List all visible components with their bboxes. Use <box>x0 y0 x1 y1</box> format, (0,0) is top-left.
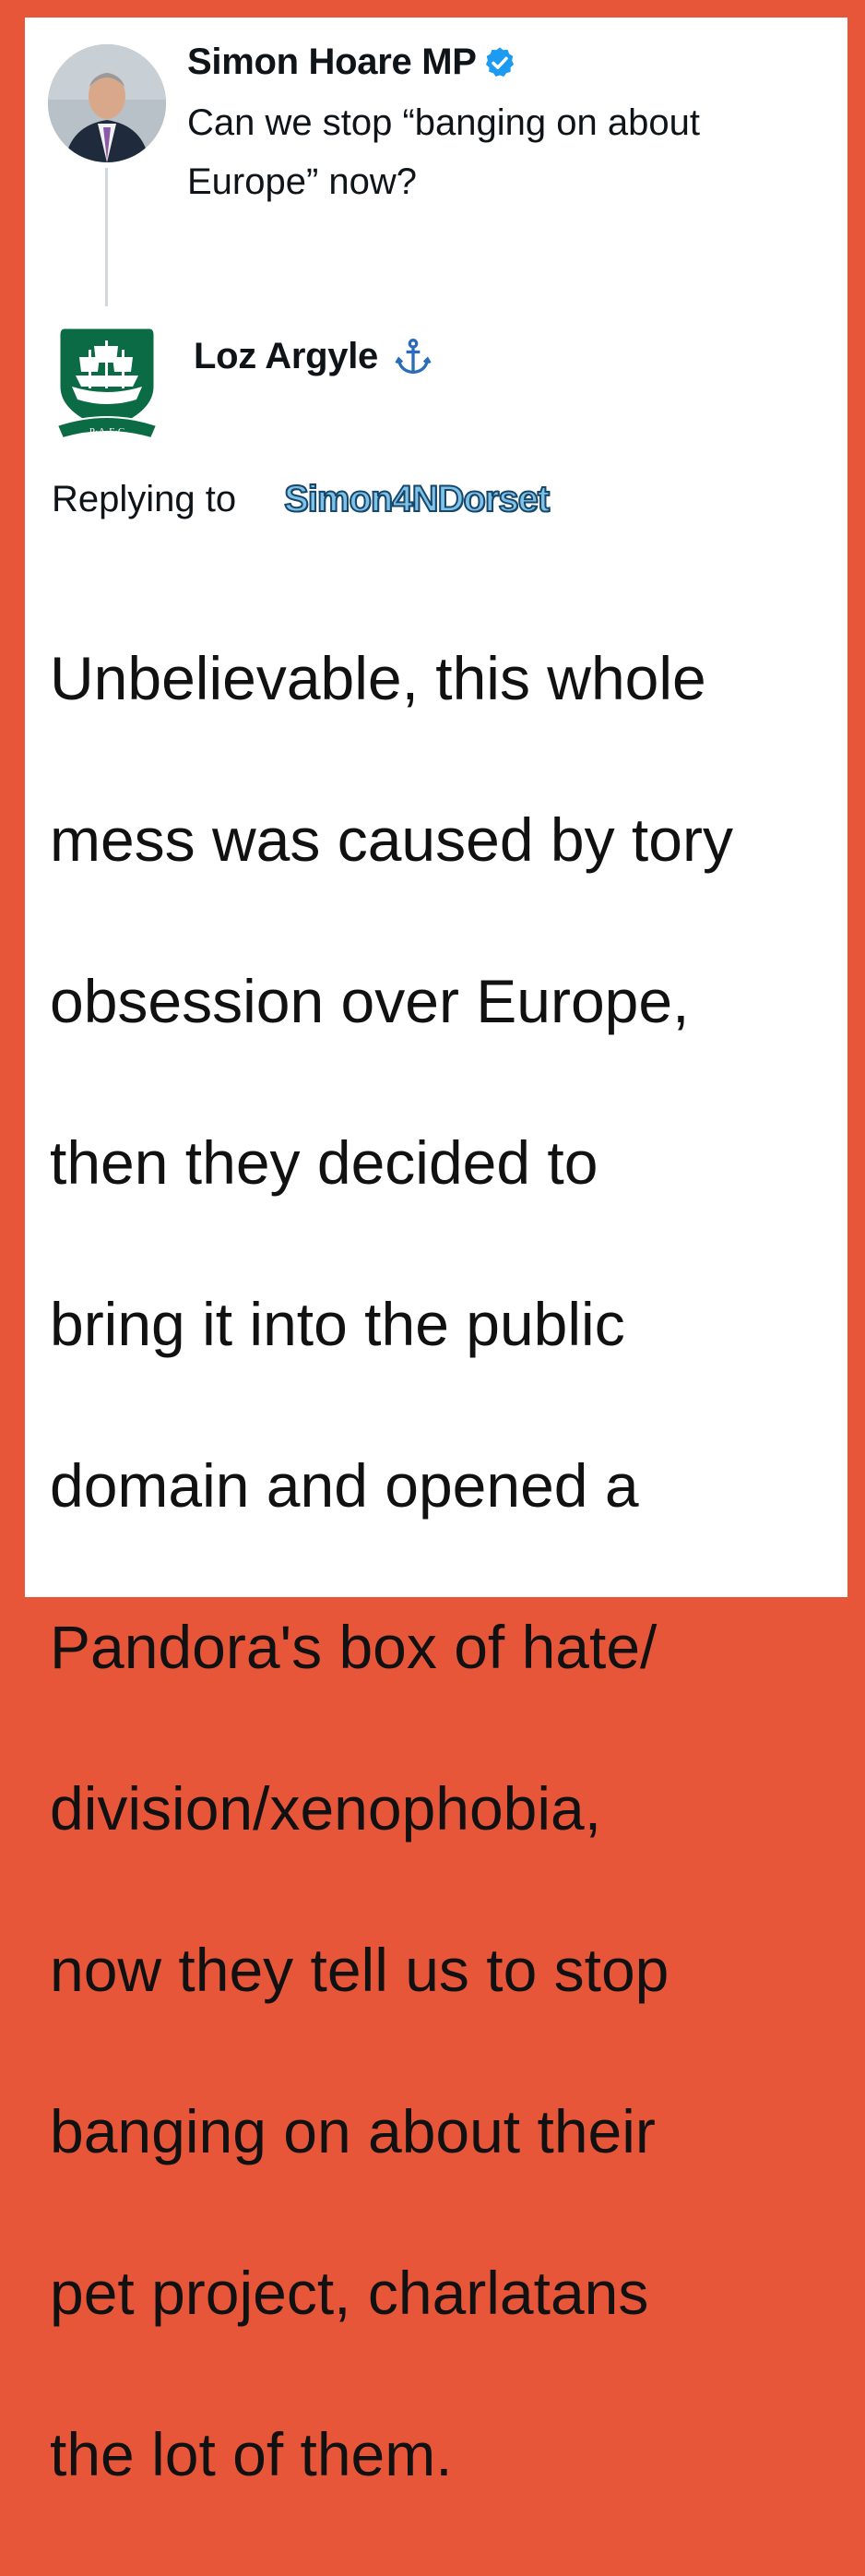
reply-text-line: Pandora's box of hate/ <box>50 1612 658 1681</box>
tweet-card: Simon Hoare MP Can we stop “banging on a… <box>25 18 847 2488</box>
original-author-name[interactable]: Simon Hoare MP <box>187 42 477 83</box>
reply-text-line: mess was caused by tory <box>50 805 733 874</box>
anchor-icon <box>393 337 433 377</box>
reply-text-line: Unbelievable, this whole <box>50 643 706 712</box>
reply-text-line: then they decided to <box>50 1127 598 1197</box>
reply-tweet-text: Unbelievable, this whole mess was caused… <box>50 557 834 2576</box>
reply-author-avatar[interactable]: P·A·F·C <box>52 322 162 447</box>
reply-author-name[interactable]: Loz Argyle <box>194 336 378 377</box>
reply-text-line: banging on about their <box>50 2096 656 2165</box>
reply-text-line: bring it into the public <box>50 1289 625 1358</box>
reply-author-header: Loz Argyle <box>194 336 433 377</box>
reply-text-line: the lot of them. <box>50 2419 453 2488</box>
original-tweet-text: Can we stop “banging on about Europe” no… <box>187 102 700 202</box>
reply-text-line: obsession over Europe, <box>50 966 690 1035</box>
replying-to-handle[interactable]: Simon4NDorset <box>283 478 551 520</box>
thread-connector-line <box>105 168 108 306</box>
club-crest-icon: P·A·F·C <box>55 326 159 440</box>
profile-photo-icon <box>48 44 166 162</box>
verified-badge-icon <box>482 45 517 80</box>
reply-text-line: now they tell us to stop <box>50 1935 669 2004</box>
reply-text-line: division/xenophobia, <box>50 1773 602 1843</box>
reply-text-line: pet project, charlatans <box>50 2258 649 2327</box>
original-author-header: Simon Hoare MP <box>187 42 517 83</box>
reply-text-line: domain and opened a <box>50 1450 639 1520</box>
replying-to-line: Replying to Simon4NDorset <box>52 478 551 520</box>
replying-to-label: Replying to <box>52 479 237 519</box>
original-author-avatar[interactable] <box>48 44 166 162</box>
svg-text:P·A·F·C: P·A·F·C <box>89 426 125 437</box>
